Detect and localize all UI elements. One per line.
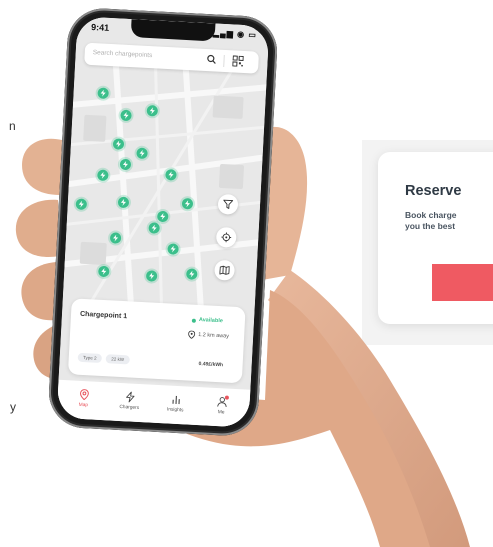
- lightning-icon: [151, 224, 157, 232]
- lightning-icon: [149, 272, 155, 280]
- tab-map[interactable]: Map: [63, 388, 104, 409]
- lightning-icon: [160, 213, 166, 220]
- phone-frame: 9:41 ▂▄▆ ◉ ▭ Search chargepoints Chargep…: [47, 6, 279, 438]
- tab-chargers[interactable]: Chargers: [109, 390, 150, 411]
- lightning-icon: [139, 149, 145, 157]
- lightning-icon: [115, 140, 122, 148]
- lightning-icon: [123, 111, 129, 119]
- tab-label: Insights: [166, 407, 184, 414]
- distance-text: 1.2 km away: [197, 331, 230, 340]
- status-dot: [191, 318, 196, 323]
- lightning-icon: [170, 245, 176, 253]
- lightning-icon: [122, 160, 128, 168]
- power-chip: 22 kW: [105, 354, 130, 365]
- price-text: 0.49£/kWh: [198, 361, 224, 369]
- lightning-icon: [168, 171, 174, 179]
- lightning-icon: [149, 107, 155, 115]
- location-pin-icon: [188, 330, 196, 339]
- tab-label: Me: [217, 410, 225, 416]
- lightning-icon: [125, 391, 134, 403]
- status-icons: ▂▄▆ ◉ ▭: [212, 28, 258, 40]
- lightning-icon: [100, 171, 106, 179]
- lightning-icon: [78, 200, 84, 208]
- qr-scan-icon[interactable]: [232, 55, 244, 67]
- search-placeholder: Search chargepoints: [92, 49, 153, 60]
- chargepoint-card[interactable]: Chargepoint 1 Available 1.2 km away Type…: [67, 298, 246, 384]
- search-divider: [223, 54, 225, 67]
- lightning-icon: [113, 234, 119, 242]
- tab-label: Chargers: [119, 404, 140, 411]
- bar-chart-icon: [171, 395, 180, 405]
- chargepoint-title: Chargepoint 1: [79, 310, 128, 321]
- connector-chip: Type 2: [77, 352, 103, 363]
- notification-badge: [224, 395, 230, 400]
- tab-insights[interactable]: Insights: [155, 393, 196, 414]
- lightning-icon: [120, 198, 127, 206]
- status-badge: Available: [198, 317, 223, 325]
- tab-label: Map: [78, 402, 89, 409]
- phone-screen: 9:41 ▂▄▆ ◉ ▭ Search chargepoints Chargep…: [56, 16, 270, 428]
- filter-icon: [223, 199, 234, 209]
- tab-me[interactable]: Me: [201, 395, 242, 416]
- crosshair-icon: [221, 232, 232, 243]
- lightning-icon: [184, 200, 191, 208]
- search-icon[interactable]: [206, 54, 217, 65]
- map-pin-icon: [79, 389, 89, 401]
- lightning-icon: [189, 270, 195, 278]
- lightning-icon: [100, 89, 106, 97]
- scene: n y Reserve Book charge you the best 9:4…: [0, 0, 493, 547]
- status-time: 9:41: [90, 21, 110, 33]
- lightning-icon: [101, 268, 107, 275]
- map-icon: [219, 265, 230, 275]
